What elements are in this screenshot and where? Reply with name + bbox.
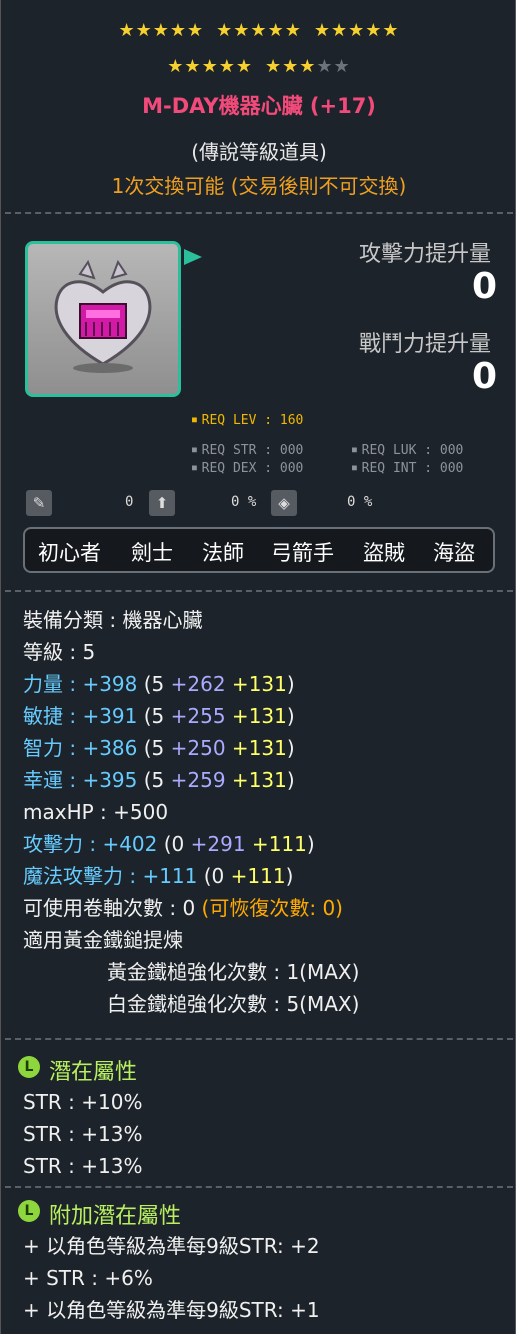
divider: [5, 212, 513, 214]
stat-int: 智力 : +386 (5 +250 +131): [23, 736, 295, 760]
hammer-applicable: 適用黃金鐵鎚提煉: [23, 928, 183, 952]
item-icon-frame: [25, 241, 181, 397]
item-tooltip: ★★★★★ ★★★★★ ★★★★★ ★★★★★ ★★★★★ M-DAY機器心臟 (+1…: [0, 0, 516, 1334]
gold-hammer-count: 黃金鐵槌強化次數 : 1(MAX): [107, 960, 360, 984]
additional-potential-title: 附加潛在屬性: [49, 1204, 182, 1229]
divider: [5, 590, 513, 592]
job-beginner: 初心者: [38, 541, 101, 565]
job-archer: 弓箭手: [271, 541, 334, 565]
stat-dex: 敏捷 : +391 (5 +255 +131): [23, 704, 295, 728]
combat-increase-value: 0: [471, 356, 497, 397]
potential-line-1: STR : +10%: [23, 1090, 143, 1114]
trade-info: 1次交換可能 (交易後則不可交換): [111, 174, 407, 198]
attack-increase-label: 攻擊力提升量: [358, 242, 491, 267]
item-name: M-DAY機器心臟 (+17): [142, 94, 376, 118]
job-magician: 法師: [202, 541, 244, 565]
stat-attack: 攻擊力 : +402 (0 +291 +111): [23, 832, 315, 856]
platinum-hammer-count: 白金鐵槌強化次數 : 5(MAX): [107, 992, 360, 1016]
upgrade-icon: ⬆: [149, 490, 175, 516]
divider: [5, 1186, 513, 1188]
legendary-badge-icon: L: [18, 1056, 40, 1078]
req-dex: REQ DEX : 000: [192, 461, 304, 476]
boss-damage-value: 0 %: [347, 494, 373, 510]
additional-line-1: + 以角色等級為準每9級STR: +2: [23, 1234, 320, 1258]
ignore-def-value: 0 %: [231, 494, 257, 510]
potential-line-2: STR : +13%: [23, 1122, 143, 1146]
flag-marker: [184, 249, 202, 265]
legendary-badge-icon: L: [18, 1200, 40, 1222]
potential-title: 潛在屬性: [49, 1060, 138, 1085]
req-str: REQ STR : 000: [192, 443, 304, 458]
req-luk: REQ LUK : 000: [352, 443, 464, 458]
growth-icon: ✎: [26, 490, 52, 516]
item-grade: (傳說等級道具): [191, 140, 327, 164]
combat-increase-label: 戰鬥力提升量: [358, 332, 491, 357]
req-level: REQ LEV : 160: [192, 413, 304, 428]
mechanical-heart-icon: [54, 259, 152, 373]
item-level: 等級 : 5: [23, 640, 96, 664]
additional-line-2: + STR : +6%: [23, 1266, 153, 1290]
job-warrior: 劍士: [131, 541, 173, 565]
shield-icon: ◈: [271, 490, 297, 516]
job-pirate: 海盜: [433, 541, 475, 565]
job-thief: 盜賊: [363, 541, 405, 565]
additional-line-3: + 以角色等級為準每9級STR: +1: [23, 1298, 320, 1322]
potential-line-3: STR : +13%: [23, 1154, 143, 1178]
star-force-row-1: ★★★★★ ★★★★★ ★★★★★: [118, 20, 400, 41]
equip-category: 裝備分類 : 機器心臟: [23, 608, 203, 632]
stat-maxhp: maxHP : +500: [23, 800, 169, 824]
stat-str: 力量 : +398 (5 +262 +131): [23, 672, 295, 696]
scroll-slots: 可使用卷軸次數 : 0 (可恢復次數: 0): [23, 896, 343, 920]
attack-increase-value: 0: [471, 266, 497, 307]
divider: [5, 1038, 513, 1040]
req-int: REQ INT : 000: [352, 461, 464, 476]
growth-value: 0: [125, 494, 134, 510]
stat-luk: 幸運 : +395 (5 +259 +131): [23, 768, 295, 792]
job-requirements: 初心者 劍士 法師 弓箭手 盜賊 海盜: [23, 527, 495, 573]
stat-magic-attack: 魔法攻擊力 : +111 (0 +111): [23, 864, 294, 888]
star-force-row-2: ★★★★★ ★★★★★: [167, 56, 351, 77]
